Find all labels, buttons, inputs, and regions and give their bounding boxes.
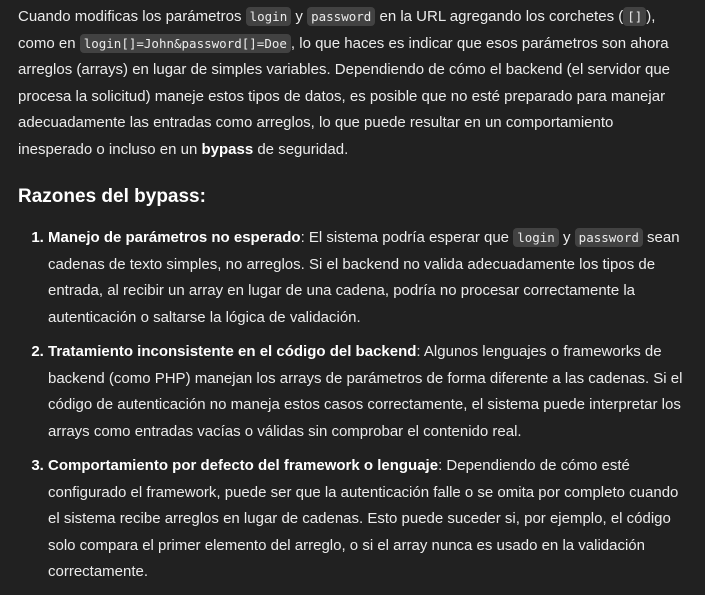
list-item-text: y [558, 229, 575, 246]
reasons-list: Manejo de parámetros no esperado: El sis… [18, 225, 687, 586]
inline-code-brackets: [] [623, 7, 647, 26]
intro-paragraph: Cuando modificas los parámetros login y … [18, 4, 687, 163]
intro-text: y [291, 8, 308, 25]
inline-code-example: login[]=John&password[]=Doe [79, 33, 291, 53]
section-heading: Razones del bypass: [18, 186, 206, 207]
list-item: Tratamiento inconsistente en el código d… [48, 339, 687, 445]
intro-text: Cuando modificas los parámetros [18, 8, 246, 25]
list-item-title: Tratamiento inconsistente en el código d… [48, 343, 417, 360]
list-item: Comportamiento por defecto del framework… [48, 453, 687, 586]
list-item-title: Comportamiento por defecto del framework… [48, 457, 439, 474]
bold-bypass: bypass [201, 140, 254, 158]
list-item-text: : El sistema podría esperar que [300, 229, 514, 246]
inline-code-login: login [513, 228, 559, 247]
intro-text: en la URL agregando los corchetes ( [375, 8, 624, 25]
inline-code-login: login [245, 7, 292, 26]
inline-code-password: password [307, 7, 376, 26]
inline-code-password: password [574, 228, 643, 247]
list-item-text: : Dependiendo de cómo esté configurado e… [48, 457, 679, 580]
chat-message: Cuando modificas los parámetros login y … [0, 0, 705, 586]
list-item-title: Manejo de parámetros no esperado [48, 229, 301, 246]
list-item: Manejo de parámetros no esperado: El sis… [48, 225, 687, 331]
intro-text: de seguridad. [253, 140, 349, 158]
